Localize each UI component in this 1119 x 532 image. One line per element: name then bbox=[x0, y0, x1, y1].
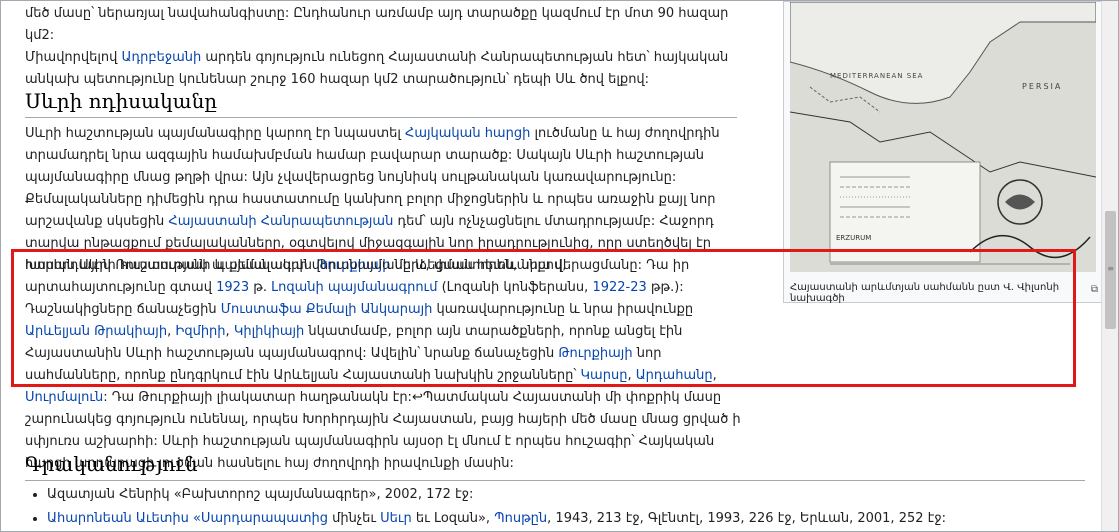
link-sevr[interactable]: Սեւր bbox=[380, 511, 412, 526]
link-aharonian[interactable]: Ահարոնեան Աւետիս «Սարդարապատից bbox=[47, 511, 328, 526]
link-republic-armenia[interactable]: Հայաստանի Հանրապետության bbox=[168, 214, 393, 229]
list-item: Ահարոնեան Աւետիս «Սարդարապատից մինչեւ Սե… bbox=[47, 507, 1047, 531]
highlight-box bbox=[11, 249, 1076, 387]
text: Ազատյան Հենրիկ «Բախտորոշ պայմանագրեր», 2… bbox=[47, 487, 474, 502]
text: եւ Լօզան», bbox=[411, 511, 495, 526]
section-heading-sevres: Սևրի ոդիսականը bbox=[25, 89, 737, 118]
enlarge-icon[interactable]: ⧉ bbox=[1091, 284, 1098, 295]
link-adrbejan[interactable]: Ադրբեջանի bbox=[122, 50, 202, 65]
text: մինչեւ bbox=[328, 511, 381, 526]
link-armenian-question[interactable]: Հայկական հարցի bbox=[405, 126, 530, 141]
link-boston[interactable]: Պոսթըն bbox=[494, 511, 547, 526]
grip-icon: ≡ bbox=[1107, 264, 1114, 273]
map-label: MEDITERRANEAN SEA bbox=[830, 72, 924, 80]
references-list: Ազատյան Հենրիկ «Բախտորոշ պայմանագրեր», 2… bbox=[25, 483, 1047, 531]
scrollbar[interactable]: ≡ bbox=[1101, 1, 1118, 531]
article-frame: մեծ մասը՝ ներառյալ նավահանգիստը: Ընդհանո… bbox=[0, 0, 1119, 532]
text: Միավորվելով bbox=[25, 50, 122, 65]
paragraph-intro: մեծ մասը՝ ներառյալ նավահանգիստը: Ընդհանո… bbox=[25, 3, 745, 91]
section-heading-literature: Գրականություն bbox=[25, 452, 1085, 481]
map-illustration bbox=[790, 2, 1096, 272]
text: Սևրի հաշտության պայմանագիրը կարող էր նպա… bbox=[25, 126, 406, 141]
list-item: Ազատյան Հենրիկ «Բախտորոշ պայմանագրեր», 2… bbox=[47, 483, 1047, 507]
map-legend-title: ERZURUM bbox=[836, 234, 872, 242]
map-label-persia: PERSIA bbox=[1022, 82, 1063, 91]
link-surmalu[interactable]: Սուրմալուն bbox=[25, 390, 103, 405]
wilson-map-image[interactable]: MEDITERRANEAN SEA PERSIA ERZURUM bbox=[790, 2, 1096, 272]
text: մեծ մասը՝ ներառյալ նավահանգիստը: Ընդհանո… bbox=[25, 6, 729, 43]
text: , 1943, 213 էջ, Գլէնտէլ, 1993, 226 էջ, Ե… bbox=[547, 511, 946, 526]
